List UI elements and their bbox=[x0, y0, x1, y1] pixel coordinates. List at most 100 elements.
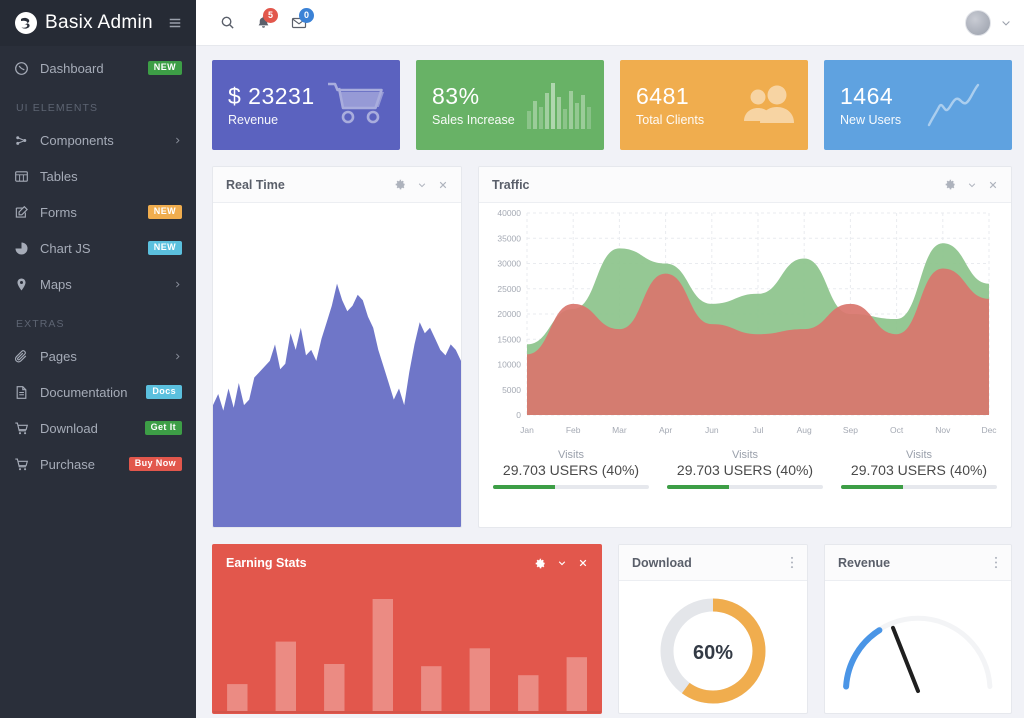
users-icon bbox=[740, 85, 796, 125]
revenue-gauge-chart bbox=[825, 581, 1011, 713]
stat-card-revenue[interactable]: $ 23231 Revenue bbox=[212, 60, 400, 150]
real-time-chart bbox=[213, 203, 461, 527]
panel-header: Earning Stats bbox=[213, 545, 601, 581]
sidebar-section-heading: EXTRAS bbox=[16, 318, 65, 330]
visits-caption: Visits bbox=[731, 449, 759, 461]
panel-tools bbox=[790, 556, 794, 569]
stat-card-new-users[interactable]: 1464 New Users bbox=[824, 60, 1012, 150]
chevron-down-icon[interactable] bbox=[557, 558, 567, 568]
brand: Basix Admin bbox=[0, 0, 196, 46]
close-icon[interactable] bbox=[578, 558, 588, 568]
cart-icon bbox=[14, 457, 40, 472]
stat-card-sales-increase[interactable]: 83% Sales Increase bbox=[416, 60, 604, 150]
sidebar-item-pages[interactable]: Pages bbox=[0, 338, 196, 374]
sidebar-item-documentation[interactable]: Documentation Docs bbox=[0, 374, 196, 410]
notifications-bell-icon[interactable]: 5 bbox=[246, 6, 280, 40]
visits-stat: Visits 29.703 USERS (40%) bbox=[667, 449, 823, 489]
messages-envelope-icon[interactable]: 0 bbox=[282, 6, 316, 40]
svg-text:Nov: Nov bbox=[935, 425, 951, 435]
visits-value: 29.703 USERS (40%) bbox=[850, 462, 988, 478]
sidebar-item-label: Maps bbox=[40, 276, 72, 292]
panel-title: Download bbox=[632, 555, 692, 570]
line-sparkline bbox=[926, 82, 1000, 128]
brand-logo-icon bbox=[15, 12, 37, 34]
panel-header: Traffic bbox=[479, 167, 1011, 203]
pie-chart-icon bbox=[14, 241, 40, 256]
sidebar-item-label: Forms bbox=[40, 204, 77, 220]
form-icon bbox=[14, 205, 40, 220]
svg-text:Oct: Oct bbox=[890, 425, 904, 435]
gear-icon[interactable] bbox=[945, 179, 956, 190]
gear-icon[interactable] bbox=[395, 179, 406, 190]
panel-header: Revenue bbox=[825, 545, 1011, 581]
chevron-down-icon[interactable] bbox=[967, 180, 977, 190]
stat-card-total-clients[interactable]: 6481 Total Clients bbox=[620, 60, 808, 150]
svg-text:Jun: Jun bbox=[705, 425, 719, 435]
svg-text:30000: 30000 bbox=[497, 259, 521, 269]
traffic-chart: 0 5000 10000 15000 20000 25000 30000 35000 40000… bbox=[479, 203, 1011, 527]
panel-title: Traffic bbox=[492, 177, 530, 192]
gear-icon[interactable] bbox=[535, 558, 546, 569]
panel-header: Download bbox=[619, 545, 807, 581]
sidebar-item-label: Pages bbox=[40, 348, 77, 364]
brand-name: Basix Admin bbox=[45, 12, 153, 33]
svg-text:20000: 20000 bbox=[497, 309, 521, 319]
visits-caption: Visits bbox=[905, 449, 933, 461]
sidebar-item-dashboard[interactable]: Dashboard NEW bbox=[0, 50, 196, 86]
sidebar-item-maps[interactable]: Maps bbox=[0, 266, 196, 302]
donut-center-label: 60% bbox=[693, 642, 733, 664]
kebab-icon[interactable] bbox=[994, 556, 998, 569]
chevron-right-icon bbox=[173, 280, 182, 289]
visits-stat: Visits 29.703 USERS (40%) bbox=[841, 449, 997, 489]
panel-tools bbox=[535, 558, 588, 569]
panel-real-time: Real Time bbox=[212, 166, 462, 528]
sidebar-item-badge: Docs bbox=[146, 385, 182, 399]
dashboard-icon bbox=[14, 61, 40, 76]
svg-text:Aug: Aug bbox=[797, 425, 812, 435]
chevron-down-icon[interactable] bbox=[417, 180, 427, 190]
kebab-icon[interactable] bbox=[790, 556, 794, 569]
svg-text:5000: 5000 bbox=[502, 385, 521, 395]
sidebar-item-badge: NEW bbox=[147, 61, 182, 75]
table-icon bbox=[14, 169, 40, 184]
components-icon bbox=[14, 133, 40, 148]
content-area: $ 23231 Revenue 83% Sales Increase 6481 Total… bbox=[196, 46, 1024, 718]
sidebar: Basix Admin Dashboard NEW UI ELEMENTS Compo… bbox=[0, 0, 196, 718]
sidebar-item-tables[interactable]: Tables bbox=[0, 158, 196, 194]
sidebar-item-badge: Buy Now bbox=[128, 457, 182, 471]
visits-stat: Visits 29.703 USERS (40%) bbox=[493, 449, 649, 489]
cart-icon bbox=[326, 81, 388, 129]
topbar: 5 0 bbox=[196, 0, 1024, 46]
panel-title: Real Time bbox=[226, 177, 285, 192]
chevron-right-icon bbox=[173, 136, 182, 145]
user-menu[interactable] bbox=[965, 9, 1012, 36]
visits-progress-bar bbox=[841, 485, 997, 489]
close-icon[interactable] bbox=[438, 180, 448, 190]
main-area: 5 0 $ 23231Revenue83%Sales Increase6 bbox=[196, 0, 1024, 718]
paperclip-icon bbox=[14, 349, 40, 364]
search-icon[interactable] bbox=[210, 6, 244, 40]
notifications-count-badge: 5 bbox=[263, 7, 278, 23]
bar-sparkline bbox=[526, 81, 592, 129]
svg-text:0: 0 bbox=[516, 410, 521, 420]
svg-text:Feb: Feb bbox=[566, 425, 581, 435]
chevron-down-icon[interactable] bbox=[1000, 17, 1012, 29]
sidebar-item-forms[interactable]: Forms NEW bbox=[0, 194, 196, 230]
cart-icon bbox=[14, 421, 40, 436]
sidebar-item-label: Dashboard bbox=[40, 60, 104, 76]
sidebar-item-purchase[interactable]: Purchase Buy Now bbox=[0, 446, 196, 482]
document-icon bbox=[14, 385, 40, 400]
user-avatar[interactable] bbox=[965, 9, 991, 36]
visits-progress-bar bbox=[667, 485, 823, 489]
sidebar-item-label: Documentation bbox=[40, 384, 128, 400]
menu-icon[interactable] bbox=[168, 16, 182, 30]
sidebar-item-download[interactable]: Download Get It bbox=[0, 410, 196, 446]
svg-text:15000: 15000 bbox=[497, 334, 521, 344]
sidebar-item-chart-js[interactable]: Chart JS NEW bbox=[0, 230, 196, 266]
map-pin-icon bbox=[14, 277, 40, 292]
panel-header: Real Time bbox=[213, 167, 461, 203]
close-icon[interactable] bbox=[988, 180, 998, 190]
traffic-visits-summary: Visits 29.703 USERS (40%) Visits 29.703 USE… bbox=[479, 443, 1011, 501]
sidebar-item-components[interactable]: Components bbox=[0, 122, 196, 158]
svg-text:Apr: Apr bbox=[659, 425, 672, 435]
